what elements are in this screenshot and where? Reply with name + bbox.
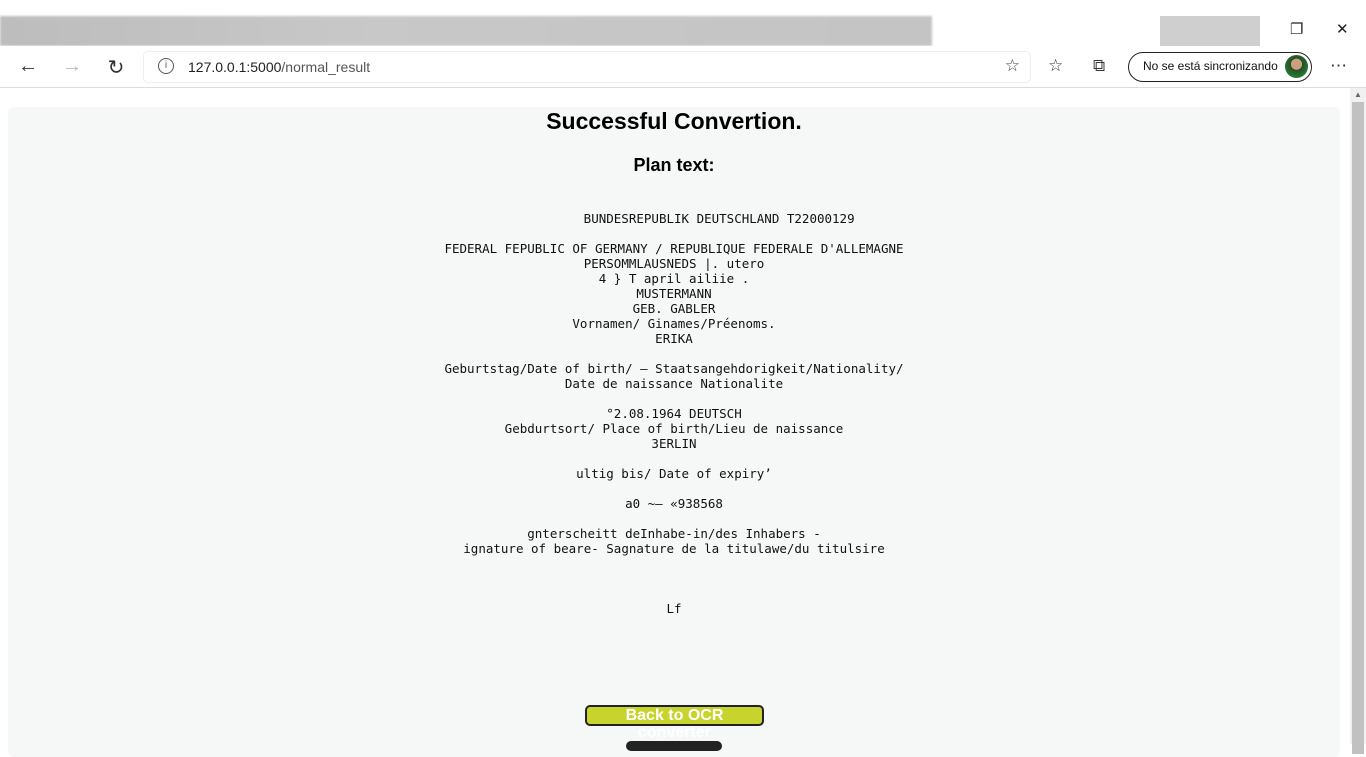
address-bar[interactable]: i 127.0.0.1:5000/normal_result ☆	[144, 52, 1030, 82]
ocr-line: PERSOMMLAUSNEDS |. utero	[583, 256, 765, 271]
ocr-line: °2.08.1964 DEUTSCH	[606, 406, 742, 421]
page-title: Successful Convertion.	[546, 108, 802, 134]
sync-label: No se está sincronizando	[1143, 59, 1278, 73]
ocr-line	[8, 586, 1340, 601]
ocr-line	[8, 511, 1340, 526]
ocr-line	[8, 556, 1340, 571]
ocr-line	[8, 346, 1340, 361]
scrollbar[interactable]: ▲	[1350, 88, 1366, 754]
restore-icon[interactable]: ❐	[1290, 20, 1303, 38]
close-icon[interactable]: ✕	[1336, 20, 1349, 38]
ocr-line: FEDERAL FEPUBLIC OF GERMANY / REPUBLIQUE…	[444, 241, 904, 256]
scrollbar-thumb[interactable]	[1352, 102, 1364, 754]
back-icon[interactable]: ←	[16, 55, 40, 78]
ocr-line: ERIKA	[655, 331, 693, 346]
collections-icon[interactable]: ⧉	[1093, 56, 1105, 76]
info-icon[interactable]: i	[158, 58, 174, 74]
forward-icon[interactable]: →	[60, 55, 84, 78]
ocr-line: MUSTERMANN	[636, 286, 712, 301]
ocr-line: Gebdurtsort/ Place of birth/Lieu de nais…	[504, 421, 844, 436]
ocr-line	[8, 226, 1340, 241]
ocr-line: a0 ~— «938568	[625, 496, 723, 511]
ocr-line	[8, 391, 1340, 406]
ocr-line: GEB. GABLER	[632, 301, 716, 316]
scroll-up-icon[interactable]: ▲	[1354, 90, 1362, 99]
browser-tab-blurred[interactable]	[1160, 16, 1260, 46]
ocr-line: Date de naissance Nationalite	[564, 376, 784, 391]
ocr-line	[8, 571, 1340, 586]
ocr-line: ultig bis/ Date of expiry’	[576, 466, 772, 481]
favorites-icon[interactable]: ☆	[1048, 56, 1063, 76]
sync-profile-button[interactable]: No se está sincronizando	[1128, 52, 1312, 82]
reload-icon[interactable]: ↻	[104, 55, 128, 80]
ocr-line: ignature of beare- Sagnature de la titul…	[463, 541, 885, 556]
add-favorite-icon[interactable]: ☆	[1005, 56, 1020, 76]
ocr-line: 4 } T april ailiie .	[598, 271, 750, 286]
secondary-button[interactable]	[626, 741, 722, 751]
ocr-line: Lf	[666, 601, 682, 616]
ocr-text: BUNDESREPUBLIK DEUTSCHLAND T22000129 FEDE…	[8, 211, 1340, 616]
ocr-line	[8, 451, 1340, 466]
ocr-line: Vornamen/ Ginames/Préenoms.	[572, 316, 776, 331]
back-to-converter-button[interactable]: Back to OCR converter	[585, 705, 764, 741]
tab-strip: ❐ ✕	[0, 0, 1366, 46]
page-subtitle: Plan text:	[633, 155, 715, 175]
url-text: 127.0.0.1:5000/normal_result	[188, 59, 371, 75]
more-icon[interactable]: ⋯	[1330, 56, 1347, 76]
ocr-line: 3ERLIN	[651, 436, 697, 451]
avatar	[1285, 55, 1308, 78]
browser-tabs-blurred[interactable]	[0, 16, 932, 46]
ocr-line: BUNDESREPUBLIK DEUTSCHLAND T22000129	[493, 211, 855, 226]
ocr-line	[8, 481, 1340, 496]
ocr-line: Geburtstag/Date of birth/ — Staatsangehd…	[444, 361, 904, 376]
ocr-line: gnterscheitt deInhabe-in/des Inhabers -	[527, 526, 821, 541]
